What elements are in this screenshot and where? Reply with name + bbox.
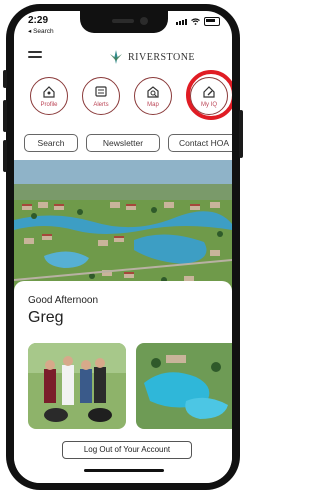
power-button xyxy=(239,110,243,158)
status-time: 2:29 xyxy=(28,15,49,26)
map-search-icon xyxy=(147,86,159,98)
app-screen: 2:29 ◂ Search RIVERSTONE Profile Alerts … xyxy=(14,11,232,483)
volume-up-button xyxy=(3,100,7,132)
wifi-icon xyxy=(191,18,200,25)
hamburger-menu-icon[interactable] xyxy=(28,51,42,61)
home-person-icon xyxy=(43,86,55,98)
brand-logo: RIVERSTONE xyxy=(108,49,195,65)
highlight-circle xyxy=(186,70,232,120)
contact-hoa-button[interactable]: Contact HOA xyxy=(168,134,232,152)
map-label: Map xyxy=(147,102,159,108)
alerts-label: Alerts xyxy=(93,102,109,108)
profile-button[interactable]: Profile xyxy=(30,77,68,115)
back-to-search-link[interactable]: ◂ Search xyxy=(28,27,54,35)
status-icons xyxy=(176,17,220,26)
alerts-icon xyxy=(95,86,107,97)
pool-photo-card[interactable] xyxy=(136,343,232,429)
home-card: Good Afternoon Greg Log Out of Your Acco… xyxy=(14,281,232,483)
newsletter-button[interactable]: Newsletter xyxy=(86,134,160,152)
home-indicator xyxy=(84,469,164,472)
signal-icon xyxy=(176,18,187,25)
profile-label: Profile xyxy=(40,102,58,108)
family-photo-card[interactable] xyxy=(28,343,126,429)
riverstone-leaf-icon xyxy=(110,50,122,64)
community-aerial-photo xyxy=(14,160,232,300)
user-name: Greg xyxy=(28,309,64,326)
battery-icon xyxy=(204,17,220,26)
search-button[interactable]: Search xyxy=(24,134,78,152)
notch xyxy=(80,11,168,33)
side-button xyxy=(3,70,7,88)
alerts-button[interactable]: Alerts xyxy=(82,77,120,115)
brand-name: RIVERSTONE xyxy=(128,51,196,63)
logout-button[interactable]: Log Out of Your Account xyxy=(62,441,192,459)
map-button[interactable]: Map xyxy=(134,77,172,115)
greeting-text: Good Afternoon xyxy=(28,295,99,306)
volume-down-button xyxy=(3,140,7,172)
